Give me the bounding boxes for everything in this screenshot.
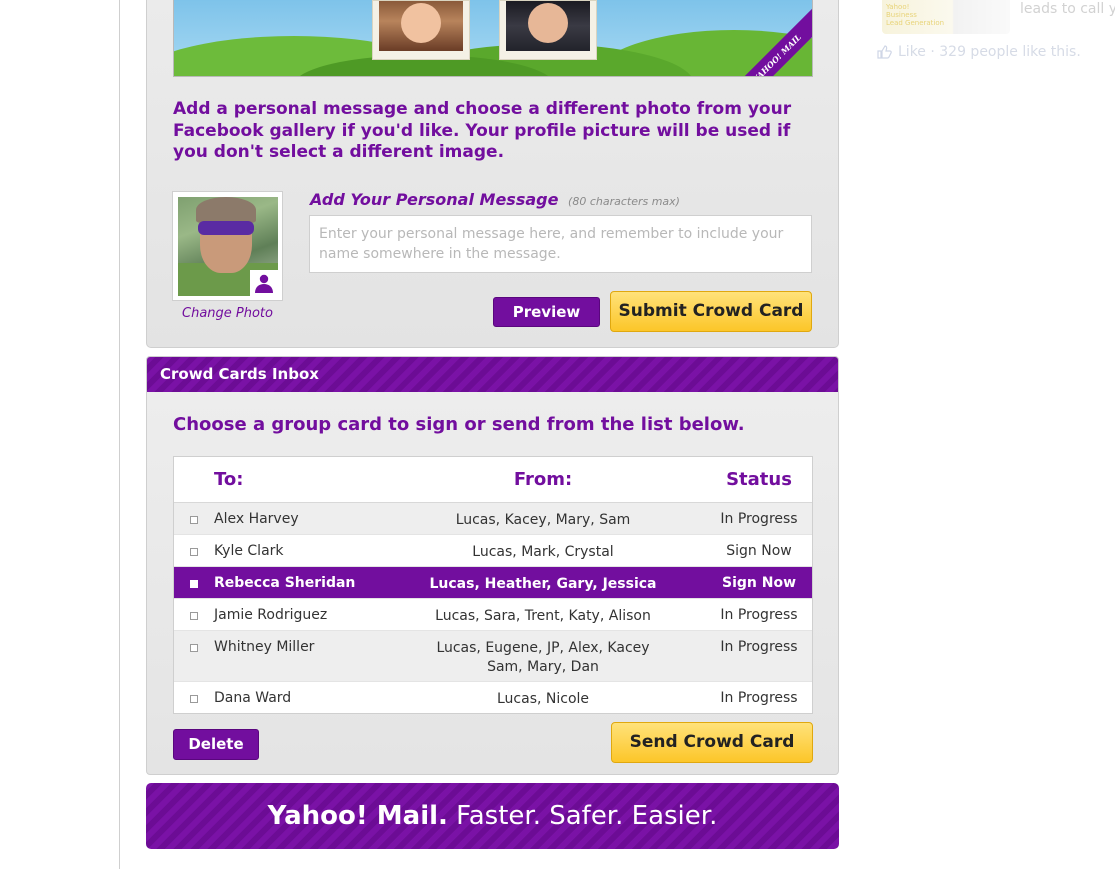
banner-brand: Yahoo! Mail. [267, 801, 448, 831]
inbox-intro-text: Choose a group card to sign or send from… [173, 414, 745, 435]
row-checkbox-checked[interactable] [190, 580, 198, 588]
row-status: Sign Now [726, 543, 792, 559]
sidebar-ad-thumbnail[interactable]: Yahoo! Business Lead Generation [882, 0, 1010, 34]
table-row[interactable]: Alex Harvey Lucas, Kacey, Mary, Sam In P… [174, 503, 812, 535]
column-from: From: [513, 469, 573, 490]
column-status: Status [726, 469, 792, 490]
send-crowd-card-button[interactable]: Send Crowd Card [611, 722, 813, 763]
delete-button[interactable]: Delete [173, 729, 259, 760]
column-to: To: [214, 469, 244, 490]
row-status: Sign Now [721, 575, 796, 591]
row-checkbox[interactable] [190, 516, 198, 524]
yahoo-mail-banner[interactable]: Yahoo! Mail. Faster. Safer. Easier. [146, 783, 839, 849]
ad-tiny-line: Business [886, 11, 917, 19]
row-from: Lucas, Nicole [496, 691, 590, 707]
row-status: In Progress [720, 639, 798, 655]
crowd-cards-table: To: From: Status Alex Harvey Lucas, Kace… [173, 456, 813, 714]
row-from: Lucas, Kacey, Mary, Sam [455, 512, 631, 528]
row-status: In Progress [720, 607, 798, 623]
row-to: Jamie Rodriguez [214, 607, 328, 623]
like-text: Like · 329 people like this. [898, 44, 1081, 60]
change-photo-link[interactable]: Change Photo [172, 306, 283, 321]
submit-crowd-card-button[interactable]: Submit Crowd Card [610, 291, 812, 332]
ad-tiny-line: Yahoo! [886, 3, 910, 11]
table-row[interactable]: Kyle Clark Lucas, Mark, Crystal Sign Now [174, 535, 812, 567]
row-checkbox[interactable] [190, 695, 198, 703]
row-status: In Progress [720, 511, 798, 527]
table-row-selected[interactable]: Rebecca Sheridan Lucas, Heather, Gary, J… [174, 567, 812, 599]
row-to: Alex Harvey [214, 511, 299, 527]
crowd-cards-inbox: Crowd Cards Inbox Choose a group card to… [146, 356, 839, 775]
compose-panel: YAHOO! MAIL Add a personal message and c… [146, 0, 839, 348]
selected-photo[interactable] [172, 191, 283, 301]
row-checkbox[interactable] [190, 612, 198, 620]
ad-tiny-line: Lead Generation [886, 19, 945, 27]
row-status: In Progress [720, 690, 798, 706]
sidebar-ad-caption[interactable]: leads to call y [1020, 1, 1115, 17]
card-photo-woman [372, 0, 470, 60]
row-to: Kyle Clark [214, 543, 284, 559]
row-checkbox[interactable] [190, 644, 198, 652]
inbox-header: Crowd Cards Inbox [147, 357, 838, 392]
row-from: Lucas, Heather, Gary, Jessica [429, 576, 657, 592]
table-row[interactable]: Whitney Miller Lucas, Eugene, JP, Alex, … [174, 631, 812, 682]
row-to: Rebecca Sheridan [214, 575, 356, 591]
banner-tagline: Faster. Safer. Easier. [456, 801, 718, 831]
row-from: Lucas, Mark, Crystal [472, 544, 614, 560]
personal-message-hint: (80 characters max) [568, 195, 680, 208]
thumbs-up-icon [877, 45, 892, 59]
page: Yahoo! Business Lead Generation leads to… [0, 0, 1115, 869]
personal-message-label: Add Your Personal Message (80 characters… [310, 190, 680, 209]
card-preview-banner: YAHOO! MAIL [173, 0, 813, 77]
profile-photo [178, 197, 278, 296]
table-header: To: From: Status [174, 457, 812, 503]
row-to: Whitney Miller [214, 639, 315, 655]
personal-message-input[interactable] [309, 215, 812, 273]
row-from: Lucas, Sara, Trent, Katy, Alison [435, 608, 651, 624]
row-from: Lucas, Eugene, JP, Alex, Kacey Sam, Mary,… [436, 640, 650, 675]
preview-button[interactable]: Preview [493, 297, 600, 327]
compose-intro-text: Add a personal message and choose a diff… [173, 99, 792, 162]
row-checkbox[interactable] [190, 548, 198, 556]
personal-message-title: Add Your Personal Message [310, 190, 559, 209]
card-photo-man [499, 0, 597, 60]
user-silhouette-icon [250, 270, 278, 296]
table-row[interactable]: Dana Ward Lucas, Nicole In Progress [174, 682, 812, 713]
row-to: Dana Ward [214, 690, 292, 706]
left-divider [119, 0, 120, 869]
table-row[interactable]: Jamie Rodriguez Lucas, Sara, Trent, Katy… [174, 599, 812, 631]
sidebar-like[interactable]: Like · 329 people like this. [876, 44, 1081, 60]
